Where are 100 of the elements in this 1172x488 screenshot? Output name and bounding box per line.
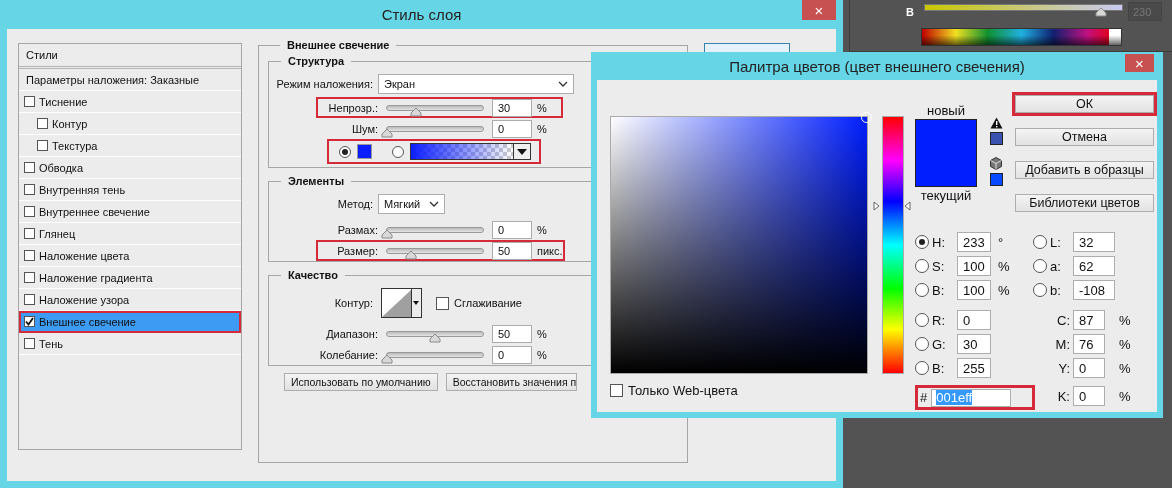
unit-label: % bbox=[537, 348, 548, 361]
slider-thumb[interactable] bbox=[429, 332, 441, 343]
style-item[interactable]: Обводка bbox=[19, 157, 241, 179]
value-field[interactable]: 100 bbox=[957, 256, 991, 276]
color-swatch[interactable] bbox=[989, 173, 1003, 186]
color-swatch[interactable] bbox=[357, 144, 372, 159]
radio-button[interactable] bbox=[1033, 283, 1047, 297]
value-field[interactable]: 76 bbox=[1073, 334, 1105, 354]
style-item[interactable]: Внешнее свечение bbox=[19, 311, 241, 333]
radio-button[interactable] bbox=[339, 145, 351, 158]
field-label: b: bbox=[1050, 282, 1061, 298]
slider-thumb[interactable] bbox=[1095, 7, 1108, 17]
radio-button[interactable] bbox=[915, 337, 929, 351]
new-color-swatch bbox=[915, 119, 977, 153]
field-label: B bbox=[906, 6, 914, 18]
dialog-button[interactable]: Отмена bbox=[1015, 128, 1154, 146]
value-field[interactable]: 50 bbox=[492, 241, 532, 260]
checkbox[interactable] bbox=[24, 272, 35, 283]
slider-thumb[interactable] bbox=[405, 249, 417, 260]
checkbox[interactable] bbox=[24, 184, 35, 195]
radio-button[interactable] bbox=[915, 259, 929, 273]
value-field[interactable]: 87 bbox=[1073, 310, 1105, 330]
dialog-button[interactable]: Библиотеки цветов bbox=[1015, 194, 1154, 212]
checkbox[interactable] bbox=[24, 250, 35, 261]
value-field[interactable]: 0 bbox=[1073, 386, 1105, 406]
style-item[interactable]: Внутренняя тень bbox=[19, 179, 241, 201]
blend-mode-dropdown[interactable]: Экран bbox=[378, 74, 574, 94]
unit-label: % bbox=[1118, 388, 1132, 404]
style-item[interactable]: Тень bbox=[19, 333, 241, 355]
slider-thumb[interactable] bbox=[381, 353, 393, 364]
style-item[interactable]: Тиснение bbox=[19, 91, 241, 113]
checkbox[interactable] bbox=[24, 96, 35, 107]
slider-arrows-icon[interactable] bbox=[873, 201, 911, 212]
gradient-picker[interactable] bbox=[410, 143, 531, 160]
method-dropdown[interactable]: Мягкий bbox=[378, 194, 445, 214]
list-item[interactable]: Параметры наложения: Заказные bbox=[26, 73, 200, 86]
checkbox[interactable] bbox=[24, 228, 35, 239]
dialog-button[interactable]: Добавить в образцы bbox=[1015, 161, 1154, 179]
slider-thumb[interactable] bbox=[409, 106, 422, 117]
value-field[interactable]: 0 bbox=[957, 310, 991, 330]
chevron-down-icon bbox=[558, 81, 568, 87]
checkbox[interactable] bbox=[24, 162, 35, 173]
value-field[interactable]: 0 bbox=[492, 345, 532, 364]
checkbox[interactable] bbox=[436, 296, 449, 310]
value-field[interactable]: 0 bbox=[1073, 358, 1105, 378]
action-button[interactable]: Восстановить значения п bbox=[445, 373, 578, 391]
radio-button[interactable] bbox=[915, 313, 929, 327]
value-field[interactable]: 30 bbox=[492, 98, 532, 117]
unit-label: % bbox=[1118, 360, 1132, 376]
field-label: Размах: bbox=[336, 223, 378, 236]
value-field[interactable]: 32 bbox=[1073, 232, 1115, 252]
unit-label: % bbox=[537, 122, 548, 135]
style-item[interactable]: Текстура bbox=[19, 135, 241, 157]
field-label: Режим наложения: bbox=[275, 78, 373, 90]
checkbox[interactable] bbox=[37, 140, 48, 151]
slider-thumb[interactable] bbox=[381, 127, 393, 138]
warning-icon[interactable] bbox=[989, 117, 1003, 129]
style-item[interactable]: Внутреннее свечение bbox=[19, 201, 241, 223]
radio-button[interactable] bbox=[1033, 235, 1047, 249]
radio-button[interactable] bbox=[915, 361, 929, 375]
radio-button[interactable] bbox=[1033, 259, 1047, 273]
unit-label: % bbox=[997, 282, 1011, 298]
style-item[interactable]: Контур bbox=[19, 113, 241, 135]
close-button[interactable]: × bbox=[1125, 54, 1154, 72]
style-item[interactable]: Наложение цвета bbox=[19, 245, 241, 267]
hue-bar[interactable] bbox=[882, 116, 904, 374]
color-swatch[interactable] bbox=[989, 132, 1003, 145]
radio-button[interactable] bbox=[915, 235, 929, 249]
color-field[interactable] bbox=[610, 116, 868, 374]
value-field[interactable]: 62 bbox=[1073, 256, 1115, 276]
value-field[interactable]: 233 bbox=[957, 232, 991, 252]
slider-thumb[interactable] bbox=[381, 228, 393, 239]
checkbox[interactable] bbox=[37, 118, 48, 129]
radio-button[interactable] bbox=[392, 145, 404, 158]
value-field[interactable]: 0 bbox=[492, 119, 532, 138]
value-field[interactable]: -108 bbox=[1073, 280, 1115, 300]
value-field[interactable]: 100 bbox=[957, 280, 991, 300]
value-field[interactable]: 30 bbox=[957, 334, 991, 354]
value-field[interactable]: 0 bbox=[492, 220, 532, 239]
list-header: Стили bbox=[26, 49, 58, 61]
section-title: Внешнее свечение bbox=[286, 39, 391, 51]
action-button[interactable]: Использовать по умолчанию bbox=[284, 373, 438, 391]
field-label: L: bbox=[1050, 234, 1061, 250]
color-spectrum[interactable] bbox=[921, 28, 1122, 46]
checkbox[interactable] bbox=[24, 206, 35, 217]
value-field[interactable]: 255 bbox=[957, 358, 991, 378]
contour-picker[interactable] bbox=[381, 288, 422, 318]
dialog-button[interactable]: ОК bbox=[1015, 95, 1154, 113]
value-field[interactable]: 50 bbox=[492, 324, 532, 343]
cube-icon[interactable] bbox=[990, 157, 1002, 170]
radio-button[interactable] bbox=[915, 283, 929, 297]
checkbox[interactable] bbox=[24, 338, 35, 349]
checkbox[interactable] bbox=[24, 294, 35, 305]
current-color-swatch[interactable] bbox=[915, 153, 977, 187]
style-item[interactable]: Глянец bbox=[19, 223, 241, 245]
close-button[interactable]: × bbox=[802, 0, 836, 20]
checkbox[interactable] bbox=[24, 316, 35, 327]
style-item[interactable]: Наложение градиента bbox=[19, 267, 241, 289]
dropdown-arrow-icon[interactable] bbox=[413, 301, 420, 305]
checkbox[interactable] bbox=[610, 384, 623, 397]
